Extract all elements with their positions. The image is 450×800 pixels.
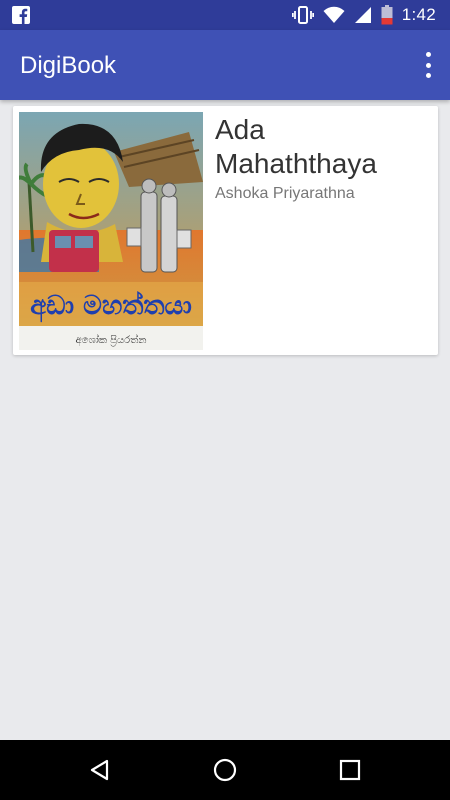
recents-icon[interactable] — [334, 754, 366, 786]
vibrate-icon — [291, 6, 314, 24]
book-title[interactable]: Ada Mahaththaya — [215, 113, 430, 181]
cover-title: අඩා මහත්තයා — [30, 291, 192, 323]
navigation-bar — [0, 740, 450, 800]
home-icon[interactable] — [209, 754, 241, 786]
wifi-icon — [323, 6, 345, 23]
back-icon[interactable] — [84, 754, 116, 786]
overflow-menu-icon[interactable] — [420, 52, 436, 78]
signal-icon — [354, 7, 371, 23]
status-bar: 1:42 — [0, 0, 450, 30]
battery-low-icon — [381, 5, 393, 25]
book-author: Ashoka Priyarathna — [215, 185, 355, 202]
cover-author: අශෝක ප්‍රියරත්න — [76, 333, 147, 346]
book-cover-image[interactable]: අඩා මහත්තයා අශෝක ප්‍රියරත්න — [19, 112, 203, 350]
app-bar: DigiBook — [0, 30, 450, 100]
book-card[interactable]: අඩා මහත්තයා අශෝක ප්‍රියරත්න Ada Mahathth… — [13, 106, 438, 355]
app-title: DigiBook — [20, 52, 117, 79]
facebook-icon — [12, 6, 30, 24]
clock: 1:42 — [401, 5, 436, 24]
